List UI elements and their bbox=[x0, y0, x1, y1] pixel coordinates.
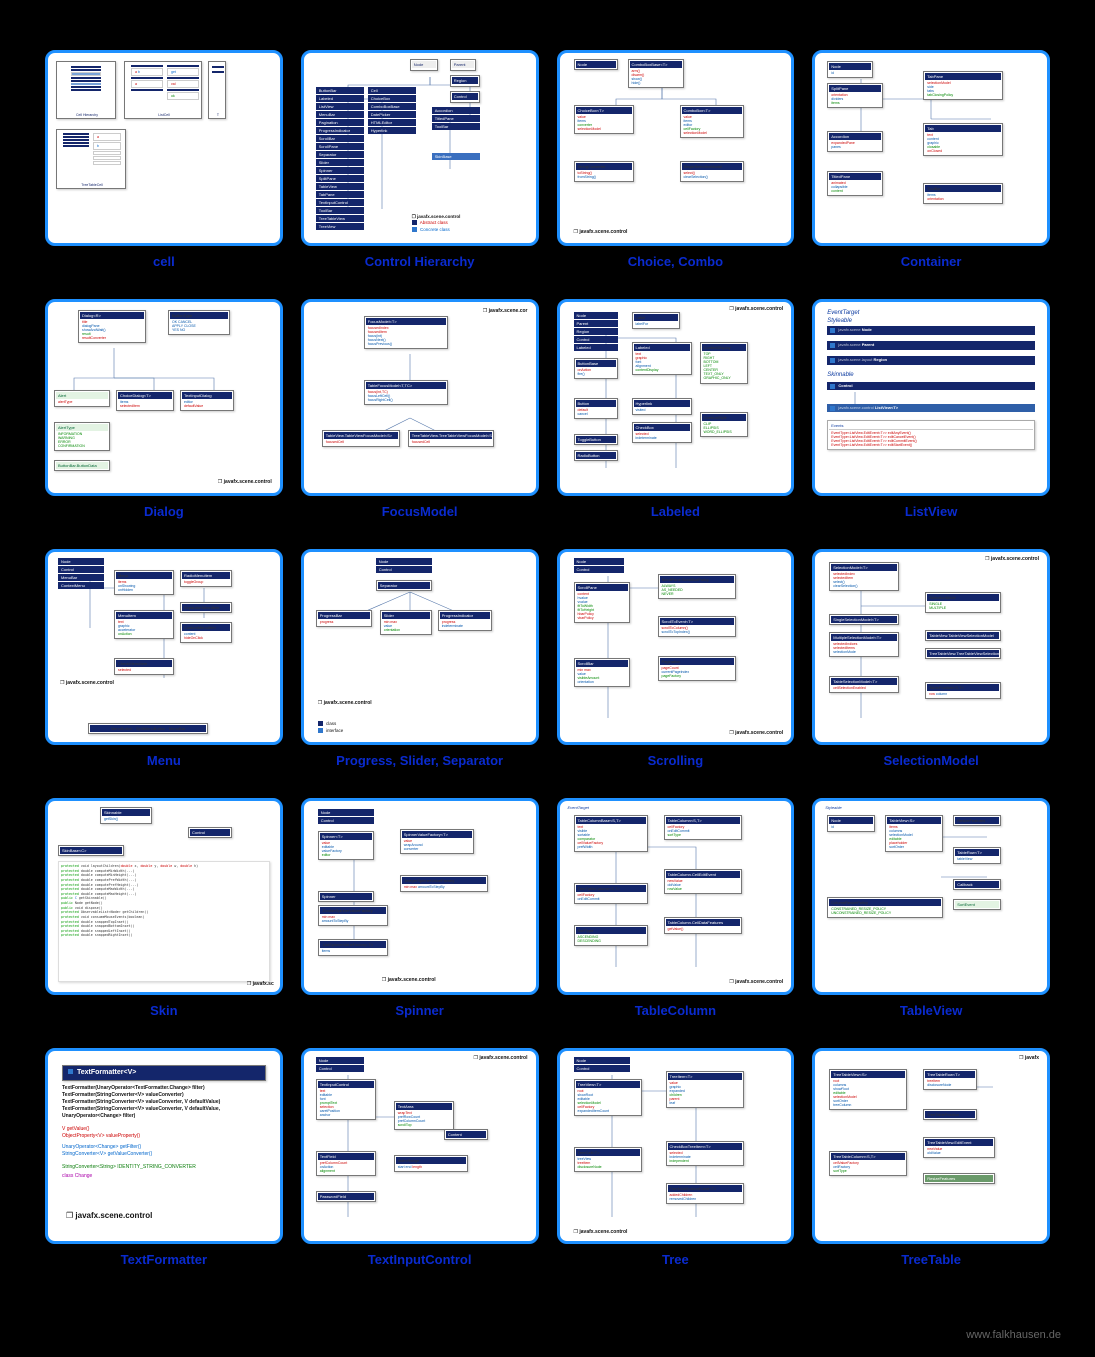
thumbnail-caption: TextFormatter bbox=[121, 1252, 207, 1267]
thumbnail-caption: TextInputControl bbox=[368, 1252, 472, 1267]
thumbnail-dialog[interactable]: Dialog<R>titledialogPaneshowAndWait()res… bbox=[45, 299, 283, 495]
grid-item: EventTargetStyleable javafx.scene Node j… bbox=[812, 299, 1050, 518]
thumbnail-cell[interactable]: Cell Hierarchy a b a get val ok ListCell bbox=[45, 50, 283, 246]
thumbnail-choice-combo[interactable]: Node ComboBoxBase<T> arm()disarm()show()… bbox=[557, 50, 795, 246]
thumbnail-caption: Labeled bbox=[651, 504, 700, 519]
grid-item: NodeControl ScrollPanecontenthvaluevvalu… bbox=[557, 549, 795, 768]
thumbnail-focusmodel[interactable]: javafx.scene.cor FocusModel<T> focusedIn… bbox=[301, 299, 539, 495]
thumbnail-control-hierarchy[interactable]: Node Parent Region Control ButtonBarLabe… bbox=[301, 50, 539, 246]
grid-item: javafx.scene.control NodeParentRegionCon… bbox=[557, 299, 795, 518]
grid-item: javafx.scene.control NodeControl TextInp… bbox=[301, 1048, 539, 1267]
thumbnail-menu[interactable]: NodeControlMenuBarContextMenu Menuitemso… bbox=[45, 549, 283, 745]
thumbnail-caption: TableColumn bbox=[635, 1003, 716, 1018]
grid-item: javafx.scene.cor FocusModel<T> focusedIn… bbox=[301, 299, 539, 518]
thumbnail-container[interactable]: Nodeid SplitPaneorientationdividersitems… bbox=[812, 50, 1050, 246]
thumbnail-selectionmodel[interactable]: javafx.scene.control SelectionModel<T>se… bbox=[812, 549, 1050, 745]
thumbnail-caption: Container bbox=[901, 254, 962, 269]
thumbnail-caption: ListView bbox=[905, 504, 958, 519]
thumbnail-caption: Progress, Slider, Separator bbox=[336, 753, 503, 768]
thumbnail-caption: Dialog bbox=[144, 504, 184, 519]
grid-item: NodeControlMenuBarContextMenu Menuitemso… bbox=[45, 549, 283, 768]
grid-item: Dialog<R>titledialogPaneshowAndWait()res… bbox=[45, 299, 283, 518]
thumbnail-grid: Cell Hierarchy a b a get val ok ListCell bbox=[0, 0, 1095, 1337]
thumbnail-caption: cell bbox=[153, 254, 175, 269]
thumbnail-caption: Spinner bbox=[395, 1003, 443, 1018]
thumbnail-spinner[interactable]: NodeControl Spinner<T>valueeditablevalue… bbox=[301, 798, 539, 994]
grid-item: NodeControl TreeView<T>rootshowRootedita… bbox=[557, 1048, 795, 1267]
grid-item: SkinnablegetSkin() Control SkinBase<C> p… bbox=[45, 798, 283, 1017]
thumbnail-tableview[interactable]: Styleable Nodeid TableView<S>itemscolumn… bbox=[812, 798, 1050, 994]
grid-item: TextFormatter<V> TextFormatter(UnaryOper… bbox=[45, 1048, 283, 1267]
thumbnail-skin[interactable]: SkinnablegetSkin() Control SkinBase<C> p… bbox=[45, 798, 283, 994]
thumbnail-treetable[interactable]: javafx TreeTableView<S>rootcolumnsshowRo… bbox=[812, 1048, 1050, 1244]
thumbnail-labeled[interactable]: javafx.scene.control NodeParentRegionCon… bbox=[557, 299, 795, 495]
grid-item: Cell Hierarchy a b a get val ok ListCell bbox=[45, 50, 283, 269]
thumbnail-caption: Skin bbox=[150, 1003, 177, 1018]
grid-item: NodeControl Spinner<T>valueeditablevalue… bbox=[301, 798, 539, 1017]
grid-item: javafx TreeTableView<S>rootcolumnsshowRo… bbox=[812, 1048, 1050, 1267]
thumbnail-tablecolumn[interactable]: EventTarget TableColumnBase<S,T>textvisi… bbox=[557, 798, 795, 994]
grid-item: javafx.scene.control SelectionModel<T>se… bbox=[812, 549, 1050, 768]
grid-item: Node Parent Region Control ButtonBarLabe… bbox=[301, 50, 539, 269]
thumbnail-caption: SelectionModel bbox=[883, 753, 978, 768]
thumbnail-caption: Tree bbox=[662, 1252, 689, 1267]
thumbnail-tree[interactable]: NodeControl TreeView<T>rootshowRootedita… bbox=[557, 1048, 795, 1244]
thumbnail-caption: Control Hierarchy bbox=[365, 254, 475, 269]
thumbnail-caption: Scrolling bbox=[648, 753, 704, 768]
thumbnail-textinputcontrol[interactable]: javafx.scene.control NodeControl TextInp… bbox=[301, 1048, 539, 1244]
grid-item: NodeControl Separator ProgressBarprogres… bbox=[301, 549, 539, 768]
thumbnail-caption: Choice, Combo bbox=[628, 254, 723, 269]
grid-item: Nodeid SplitPaneorientationdividersitems… bbox=[812, 50, 1050, 269]
thumbnail-caption: TableView bbox=[900, 1003, 962, 1018]
thumbnail-caption: FocusModel bbox=[382, 504, 458, 519]
thumbnail-caption: TreeTable bbox=[901, 1252, 961, 1267]
grid-item: Node ComboBoxBase<T> arm()disarm()show()… bbox=[557, 50, 795, 269]
grid-item: EventTarget TableColumnBase<S,T>textvisi… bbox=[557, 798, 795, 1017]
grid-item: Styleable Nodeid TableView<S>itemscolumn… bbox=[812, 798, 1050, 1017]
thumbnail-progress-slider-separator[interactable]: NodeControl Separator ProgressBarprogres… bbox=[301, 549, 539, 745]
thumbnail-scrolling[interactable]: NodeControl ScrollPanecontenthvaluevvalu… bbox=[557, 549, 795, 745]
footer-link[interactable]: www.falkhausen.de bbox=[966, 1329, 1061, 1341]
thumbnail-listview[interactable]: EventTargetStyleable javafx.scene Node j… bbox=[812, 299, 1050, 495]
thumbnail-textformatter[interactable]: TextFormatter<V> TextFormatter(UnaryOper… bbox=[45, 1048, 283, 1244]
thumbnail-caption: Menu bbox=[147, 753, 181, 768]
